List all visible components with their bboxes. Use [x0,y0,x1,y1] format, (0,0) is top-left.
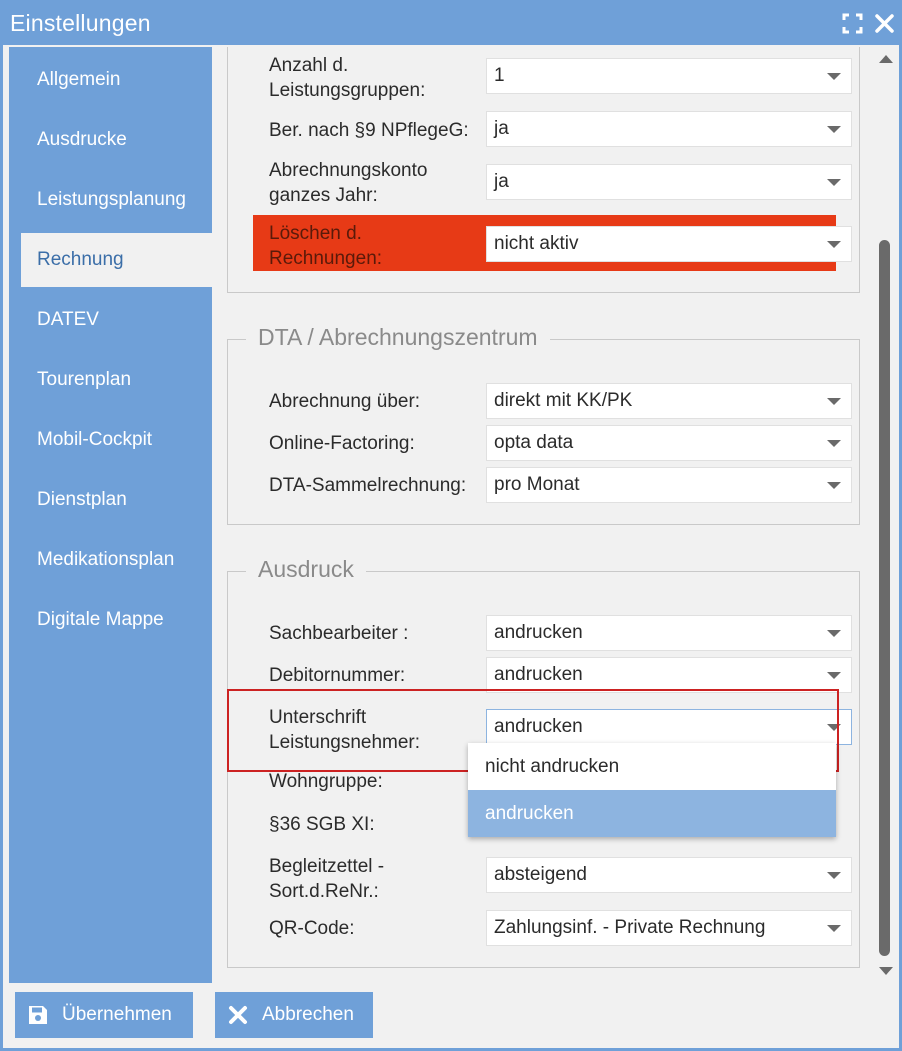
label-abrechnungskonto: Abrechnungskonto ganzes Jahr: [269,160,428,206]
cancel-button[interactable]: Abbrechen [215,992,373,1038]
maximize-icon[interactable] [842,13,863,34]
sidebar-item-mobil-cockpit[interactable]: Mobil-Cockpit [21,413,212,467]
chevron-down-icon [827,179,841,186]
chevron-down-icon [827,73,841,80]
label-ber-npflegeg: Ber. nach §9 NPflegeG: [269,120,469,141]
select-begleitzettel[interactable]: absteigend [486,857,852,893]
select-online-factoring[interactable]: opta data [486,425,852,461]
chevron-down-icon [827,925,841,932]
label-begleitzettel: Begleitzettel - Sort.d.ReNr.: [269,856,385,902]
sidebar-item-rechnung[interactable]: Rechnung [21,233,212,287]
label-qr-code: QR-Code: [269,918,355,939]
legend-ausdruck: Ausdruck [246,556,366,583]
dropdown-option-andrucken[interactable]: andrucken [468,790,836,837]
title-bar: Einstellungen [3,3,902,45]
apply-button[interactable]: Übernehmen [15,992,193,1038]
settings-content: Anzahl d. Leistungsgruppen: 1 Ber. nach … [212,47,874,983]
chevron-down-icon [827,440,841,447]
sidebar-item-datev[interactable]: DATEV [21,293,212,347]
chevron-down-icon [827,482,841,489]
dropdown-option-nicht-andrucken[interactable]: nicht andrucken [468,743,836,790]
scroll-down-icon[interactable] [879,967,893,975]
chevron-down-icon [827,630,841,637]
select-ber-npflegeg[interactable]: ja [486,111,852,147]
select-dta-sammelrechnung[interactable]: pro Monat [486,467,852,503]
scroll-up-icon[interactable] [879,55,893,63]
label-wohngruppe: Wohngruppe: [269,771,383,792]
chevron-down-icon [827,872,841,879]
label-debitornummer: Debitornummer: [269,665,406,686]
section-dta: DTA / Abrechnungszentrum Abrechnung über… [227,324,860,525]
settings-sidebar: Allgemein Ausdrucke Leistungsplanung Rec… [9,47,212,983]
select-abrechnungskonto[interactable]: ja [486,164,852,200]
legend-dta: DTA / Abrechnungszentrum [246,324,550,351]
label-dta-sammelrechnung: DTA-Sammelrechnung: [269,475,467,496]
sidebar-item-allgemein[interactable]: Allgemein [21,53,212,107]
window-title: Einstellungen [10,10,151,36]
chevron-down-icon [827,398,841,405]
content-scrollbar[interactable] [874,47,896,983]
select-abrechnung-ueber[interactable]: direkt mit KK/PK [486,383,852,419]
section-rechnung: Anzahl d. Leistungsgruppen: 1 Ber. nach … [227,47,860,293]
save-icon [29,1006,47,1024]
chevron-down-icon [827,126,841,133]
sidebar-item-dienstplan[interactable]: Dienstplan [21,473,212,527]
close-icon [229,1006,247,1024]
select-qr-code[interactable]: Zahlungsinf. - Private Rechnung [486,910,852,946]
scrollbar-thumb[interactable] [879,240,890,956]
label-paragraph36-sgb: §36 SGB XI: [269,814,375,835]
label-online-factoring: Online-Factoring: [269,433,415,454]
label-sachbearbeiter: Sachbearbeiter : [269,623,409,644]
select-debitornummer[interactable]: andrucken [486,657,852,693]
select-loeschen-rechnungen[interactable]: nicht aktiv [486,226,852,262]
label-loeschen-rechnungen: Löschen d. Rechnungen: [269,223,383,269]
dropdown-unterschrift-options: nicht andrucken andrucken [468,743,836,837]
select-sachbearbeiter[interactable]: andrucken [486,615,852,651]
sidebar-item-tourenplan[interactable]: Tourenplan [21,353,212,407]
close-icon[interactable] [874,13,895,34]
sidebar-item-leistungsplanung[interactable]: Leistungsplanung [21,173,212,227]
sidebar-item-digitale-mappe[interactable]: Digitale Mappe [21,593,212,647]
label-abrechnung-ueber: Abrechnung über: [269,391,421,412]
sidebar-item-ausdrucke[interactable]: Ausdrucke [21,113,212,167]
select-anzahl-leistungsgruppen[interactable]: 1 [486,58,852,94]
settings-window: Einstellungen Allgemein Ausdrucke Leistu… [0,0,902,1051]
label-anzahl-leistungsgruppen: Anzahl d. Leistungsgruppen: [269,55,426,101]
chevron-down-icon [827,672,841,679]
sidebar-item-medikationsplan[interactable]: Medikationsplan [21,533,212,587]
dialog-footer: Übernehmen Abbrechen [3,983,899,1048]
chevron-down-icon [827,241,841,248]
